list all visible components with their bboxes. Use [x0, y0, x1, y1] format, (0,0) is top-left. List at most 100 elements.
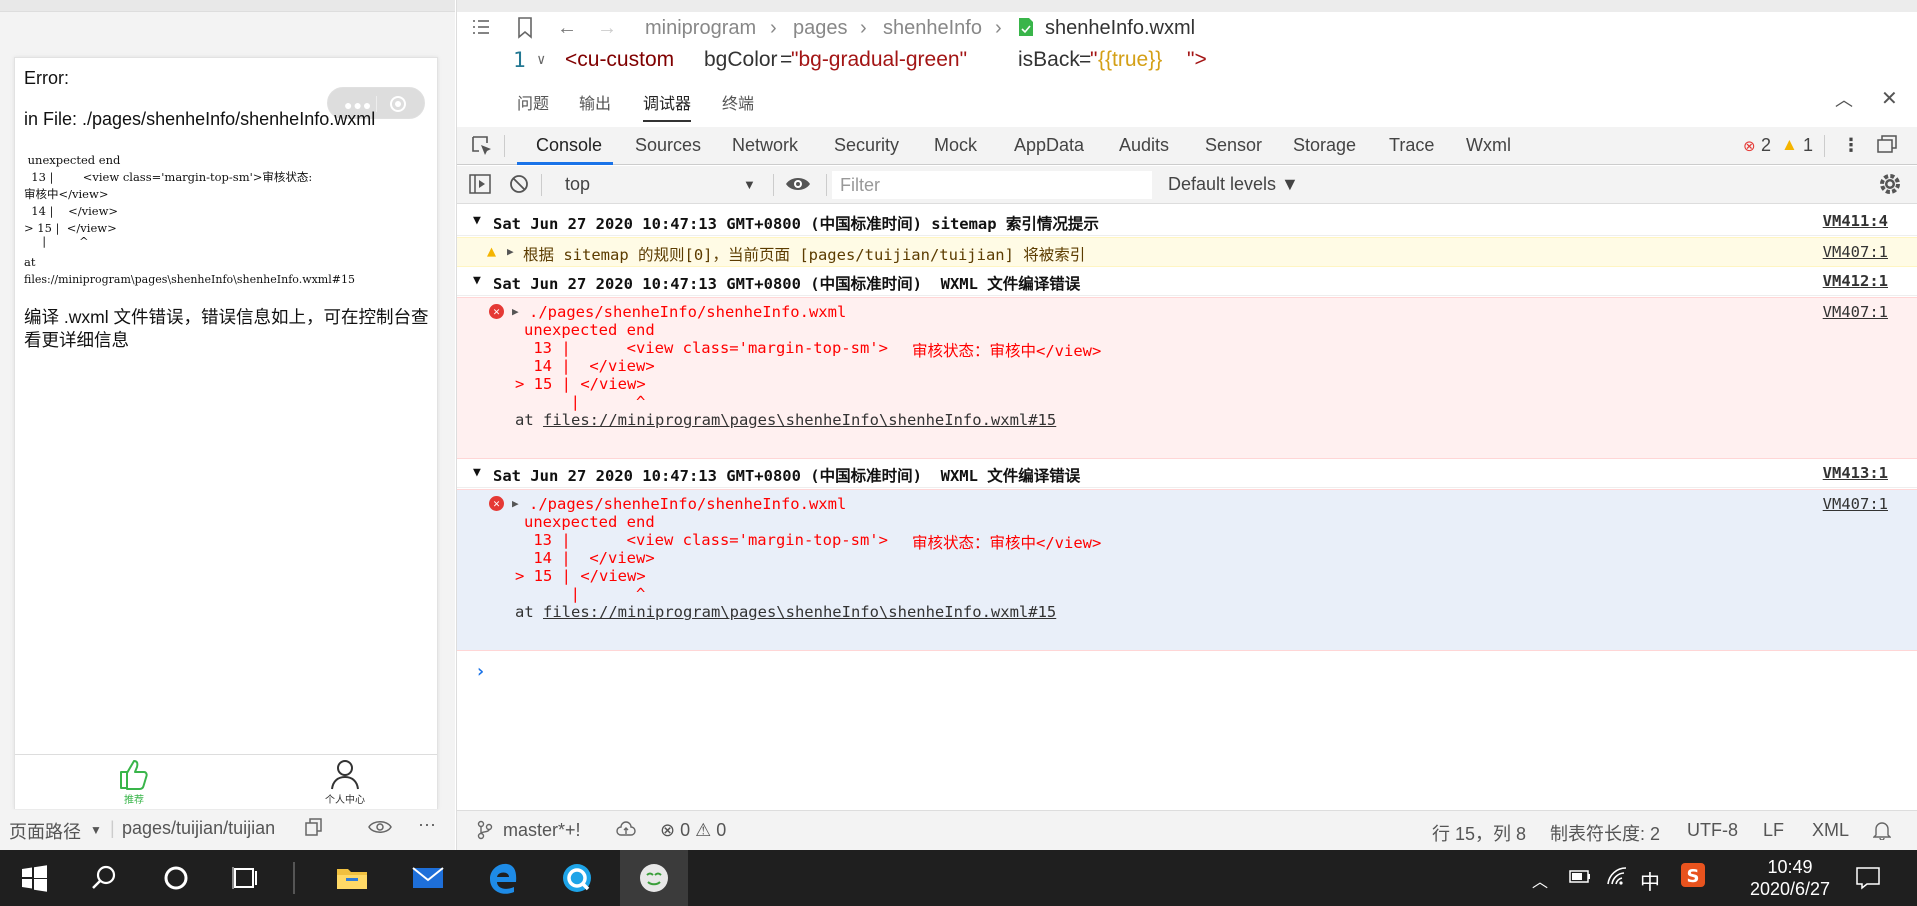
tab-debugger[interactable]: 调试器 [643, 90, 692, 122]
close-mini-program-icon[interactable] [390, 96, 406, 112]
search-icon[interactable] [86, 860, 122, 896]
edge-browser-icon[interactable] [486, 860, 522, 896]
bell-icon[interactable] [1872, 820, 1892, 845]
clear-console-icon[interactable] [509, 174, 529, 199]
breadcrumb-file[interactable]: shenheInfo.wxml [1045, 17, 1195, 40]
expand-arrow-icon[interactable]: ▶ [512, 497, 519, 510]
dock-icon[interactable] [1877, 135, 1897, 158]
error-count-icon[interactable]: ⊗ [1743, 137, 1756, 155]
source-link[interactable]: VM407:1 [1823, 495, 1888, 513]
error-source-link[interactable]: files://miniprogram\pages\shenheInfo\she… [543, 603, 1056, 621]
back-icon[interactable]: ← [557, 17, 577, 40]
error-file: ./pages/shenheInfo/shenheInfo.wxml [529, 303, 847, 321]
close-panel-icon[interactable]: ✕ [1881, 86, 1898, 111]
tab-sources[interactable]: Sources [635, 135, 701, 156]
task-view-icon[interactable] [228, 860, 264, 896]
console-error-row[interactable]: ✕ ▶ ./pages/shenheInfo/shenheInfo.wxml V… [457, 489, 1917, 651]
tab-mock[interactable]: Mock [934, 135, 977, 156]
breadcrumb-item[interactable]: shenheInfo [883, 17, 982, 40]
log-levels-dropdown[interactable]: Default levels ▼ [1168, 174, 1299, 195]
breadcrumb-item[interactable]: pages [793, 17, 848, 40]
git-branch[interactable]: master*+! [503, 820, 581, 841]
warning-count-icon[interactable]: ▲ [1781, 135, 1798, 155]
console-prompt[interactable]: › [475, 661, 486, 682]
fold-chevron-icon[interactable]: ∨ [537, 52, 545, 68]
chevron-down-icon[interactable]: ▼ [90, 823, 102, 837]
console-group-header[interactable]: ▼ Sat Jun 27 2020 10:47:13 GMT+0800 (中国标… [457, 460, 1917, 488]
code-editor-line[interactable]: 1 ∨ <cu-custom bgColor = "bg-gradual-gre… [457, 46, 1917, 76]
branch-icon[interactable] [477, 820, 493, 845]
show-sidebar-icon[interactable] [469, 174, 491, 199]
source-link[interactable]: VM407:1 [1823, 303, 1888, 321]
file-explorer-icon[interactable] [334, 860, 370, 896]
source-link[interactable]: VM411:4 [1823, 212, 1888, 230]
system-clock[interactable]: 10:49 2020/6/27 [1740, 856, 1840, 900]
battery-icon[interactable] [1568, 866, 1592, 892]
collapse-panel-icon[interactable]: ︿ [1835, 86, 1853, 112]
cortana-icon[interactable] [158, 860, 194, 896]
show-hidden-icons-icon[interactable]: ︿ [1532, 868, 1548, 892]
context-select[interactable]: top [565, 174, 590, 195]
tab-profile[interactable]: 个人中心 [315, 757, 375, 806]
collapse-arrow-icon[interactable]: ▼ [473, 465, 481, 480]
console-group-header[interactable]: ▼ Sat Jun 27 2020 10:47:13 GMT+0800 (中国标… [457, 268, 1917, 296]
cursor-position[interactable]: 行 15，列 8 [1432, 820, 1526, 846]
error-source-link[interactable]: files://miniprogram\pages\shenheInfo\she… [543, 411, 1056, 429]
console-group-header[interactable]: ▼ Sat Jun 27 2020 10:47:13 GMT+0800 (中国标… [457, 208, 1917, 236]
input-method-indicator[interactable]: 中 [1640, 866, 1660, 895]
error-count[interactable]: 2 [1761, 135, 1771, 156]
problems-summary[interactable]: ⊗ 0 ⚠ 0 [660, 820, 726, 841]
windows-start-icon[interactable] [16, 860, 52, 896]
phone-screen: Error: ●●● in File: ./pages/shenheInfo/s… [14, 57, 438, 809]
tab-output[interactable]: 输出 [579, 90, 611, 114]
tab-problems[interactable]: 问题 [517, 90, 549, 114]
qq-browser-icon[interactable] [559, 860, 595, 896]
more-vertical-icon[interactable]: ⋮ [1842, 135, 1860, 156]
tab-storage[interactable]: Storage [1293, 135, 1356, 156]
live-expression-eye-icon[interactable] [785, 174, 811, 199]
source-link[interactable]: VM413:1 [1823, 464, 1888, 482]
breadcrumb-item[interactable]: miniprogram [645, 17, 756, 40]
chevron-down-icon[interactable]: ▼ [743, 177, 756, 192]
tab-wxml[interactable]: Wxml [1466, 135, 1511, 156]
collapse-arrow-icon[interactable]: ▼ [473, 213, 481, 228]
tab-console[interactable]: Console [536, 135, 602, 156]
warning-count[interactable]: 1 [1803, 135, 1813, 156]
expand-arrow-icon[interactable]: ▶ [507, 245, 514, 258]
expand-arrow-icon[interactable]: ▶ [512, 305, 519, 318]
tab-appdata[interactable]: AppData [1014, 135, 1084, 156]
wifi-icon[interactable] [1606, 866, 1630, 892]
compile-error-message: 编译 .wxml 文件错误，错误信息如上，可在控制台查看更详细信息 [24, 307, 429, 350]
tab-security[interactable]: Security [834, 135, 899, 156]
gear-icon[interactable] [1878, 172, 1902, 201]
tab-terminal[interactable]: 终端 [722, 90, 754, 114]
tab-sensor[interactable]: Sensor [1205, 135, 1262, 156]
copy-icon[interactable] [305, 818, 323, 841]
more-options-icon[interactable]: ··· [418, 814, 436, 835]
file-encoding[interactable]: UTF-8 [1687, 820, 1738, 841]
tab-trace[interactable]: Trace [1389, 135, 1434, 156]
notification-center-icon[interactable] [1855, 866, 1881, 896]
filter-input[interactable]: Filter [832, 171, 1152, 199]
source-link[interactable]: VM407:1 [1823, 243, 1888, 261]
line-ending[interactable]: LF [1763, 820, 1784, 841]
inspect-element-icon[interactable] [471, 135, 493, 162]
console-error-row[interactable]: ✕ ▶ ./pages/shenheInfo/shenheInfo.wxml V… [457, 297, 1917, 459]
list-icon[interactable] [471, 17, 491, 43]
forward-icon[interactable]: → [597, 17, 617, 40]
tab-recommend[interactable]: 推荐 [104, 757, 164, 806]
tab-audits[interactable]: Audits [1119, 135, 1169, 156]
cloud-sync-icon[interactable] [615, 820, 637, 843]
collapse-arrow-icon[interactable]: ▼ [473, 273, 481, 288]
eye-icon[interactable] [368, 818, 392, 841]
bookmark-icon[interactable] [517, 17, 533, 45]
language-mode[interactable]: XML [1812, 820, 1849, 841]
console-warning-row[interactable]: ▲ ▶ 根据 sitemap 的规则[0]，当前页面 [pages/tuijia… [457, 237, 1917, 267]
source-link[interactable]: VM412:1 [1823, 272, 1888, 290]
page-path-dropdown[interactable]: 页面路径 [9, 818, 81, 844]
tab-network[interactable]: Network [732, 135, 798, 156]
mail-icon[interactable] [410, 860, 446, 896]
sogou-ime-icon[interactable]: S [1680, 862, 1706, 894]
wechat-devtools-icon[interactable] [636, 860, 672, 896]
tab-size[interactable]: 制表符长度: 2 [1550, 820, 1660, 846]
